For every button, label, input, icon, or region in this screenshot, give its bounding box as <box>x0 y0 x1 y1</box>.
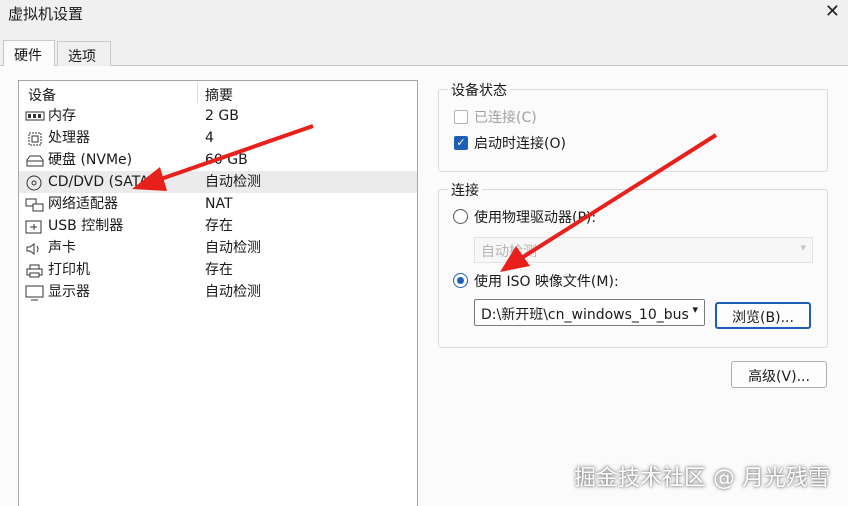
device-summary: 4 <box>205 130 214 146</box>
connect-at-power-on-label: 启动时连接(O) <box>474 136 566 152</box>
device-summary: 自动检测 <box>205 174 261 190</box>
iso-path-value: D:\新开班\cn_windows_10_bus <box>481 307 689 323</box>
display-icon <box>25 285 45 301</box>
physical-drive-label: 使用物理驱动器(P): <box>474 210 597 226</box>
device-row-cd-dvd[interactable]: CD/DVD (SATA) 自动检测 <box>19 171 417 193</box>
device-name: 网络适配器 <box>48 196 118 212</box>
hard-disk-icon <box>25 153 45 167</box>
usb-icon <box>25 219 45 234</box>
device-name: 显示器 <box>48 284 90 300</box>
device-row-sound-card[interactable]: 声卡 自动检测 <box>19 237 417 259</box>
device-summary: 2 GB <box>205 108 239 124</box>
tab-strip: 硬件 选项 <box>0 40 848 67</box>
column-divider[interactable] <box>197 83 198 103</box>
watermark: 掘金技术社区 @ 月光残雪 <box>574 466 830 491</box>
device-row-usb[interactable]: USB 控制器 存在 <box>19 215 417 237</box>
connect-at-power-on-checkbox[interactable]: ✓ <box>454 136 468 150</box>
device-name: 声卡 <box>48 240 76 256</box>
device-row-printer[interactable]: 打印机 存在 <box>19 259 417 281</box>
device-column-header[interactable]: 设备 <box>28 85 56 105</box>
memory-icon <box>25 109 45 123</box>
advanced-button[interactable]: 高级(V)... <box>731 361 827 388</box>
device-name: 打印机 <box>48 262 90 278</box>
device-row-memory[interactable]: 内存 2 GB <box>19 105 417 127</box>
device-summary: 自动检测 <box>205 240 261 256</box>
device-summary: 存在 <box>205 218 233 234</box>
device-name: 内存 <box>48 108 76 124</box>
list-header: 设备 摘要 <box>19 81 417 105</box>
summary-column-header[interactable]: 摘要 <box>205 85 233 105</box>
connected-checkbox[interactable] <box>454 110 468 124</box>
title-bar: 虚拟机设置 ✕ <box>0 0 848 28</box>
device-name: 处理器 <box>48 130 90 146</box>
connected-label: 已连接(C) <box>474 110 537 126</box>
device-row-display[interactable]: 显示器 自动检测 <box>19 281 417 303</box>
chevron-down-icon: ▾ <box>692 303 698 316</box>
processor-icon <box>25 131 45 146</box>
device-status-label: 设备状态 <box>448 80 510 100</box>
device-row-processor[interactable]: 处理器 4 <box>19 127 417 149</box>
window-title: 虚拟机设置 <box>8 5 84 23</box>
device-name: 硬盘 (NVMe) <box>48 152 133 168</box>
tab-options[interactable]: 选项 <box>57 41 111 67</box>
device-list[interactable]: 设备 摘要 内存 2 GB 处理器 4 硬盘 (NVMe) 60 GB CD/D… <box>18 80 418 506</box>
printer-icon <box>25 263 45 278</box>
sound-card-icon <box>25 241 45 255</box>
physical-drive-radio[interactable] <box>453 209 468 224</box>
device-status-group: 设备状态 <box>438 80 828 172</box>
physical-drive-select[interactable]: 自动检测 ▾ <box>474 237 813 263</box>
device-name: USB 控制器 <box>48 218 124 234</box>
tab-hardware[interactable]: 硬件 <box>3 40 55 66</box>
cd-dvd-icon <box>25 175 45 191</box>
device-row-network-adapter[interactable]: 网络适配器 NAT <box>19 193 417 215</box>
network-adapter-icon <box>25 197 45 212</box>
physical-drive-value: 自动检测 <box>481 244 537 260</box>
device-summary: 自动检测 <box>205 284 261 300</box>
iso-image-radio[interactable] <box>453 273 468 288</box>
connection-label: 连接 <box>448 180 482 200</box>
device-summary: 60 GB <box>205 152 248 168</box>
iso-path-combobox[interactable]: D:\新开班\cn_windows_10_bus ▾ <box>474 299 705 326</box>
close-icon[interactable]: ✕ <box>825 2 840 22</box>
device-name: CD/DVD (SATA) <box>48 174 155 190</box>
iso-image-label: 使用 ISO 映像文件(M): <box>474 274 619 290</box>
device-row-hard-disk[interactable]: 硬盘 (NVMe) 60 GB <box>19 149 417 171</box>
browse-button[interactable]: 浏览(B)... <box>715 302 811 329</box>
device-summary: NAT <box>205 196 233 212</box>
device-summary: 存在 <box>205 262 233 278</box>
chevron-down-icon: ▾ <box>800 241 806 254</box>
